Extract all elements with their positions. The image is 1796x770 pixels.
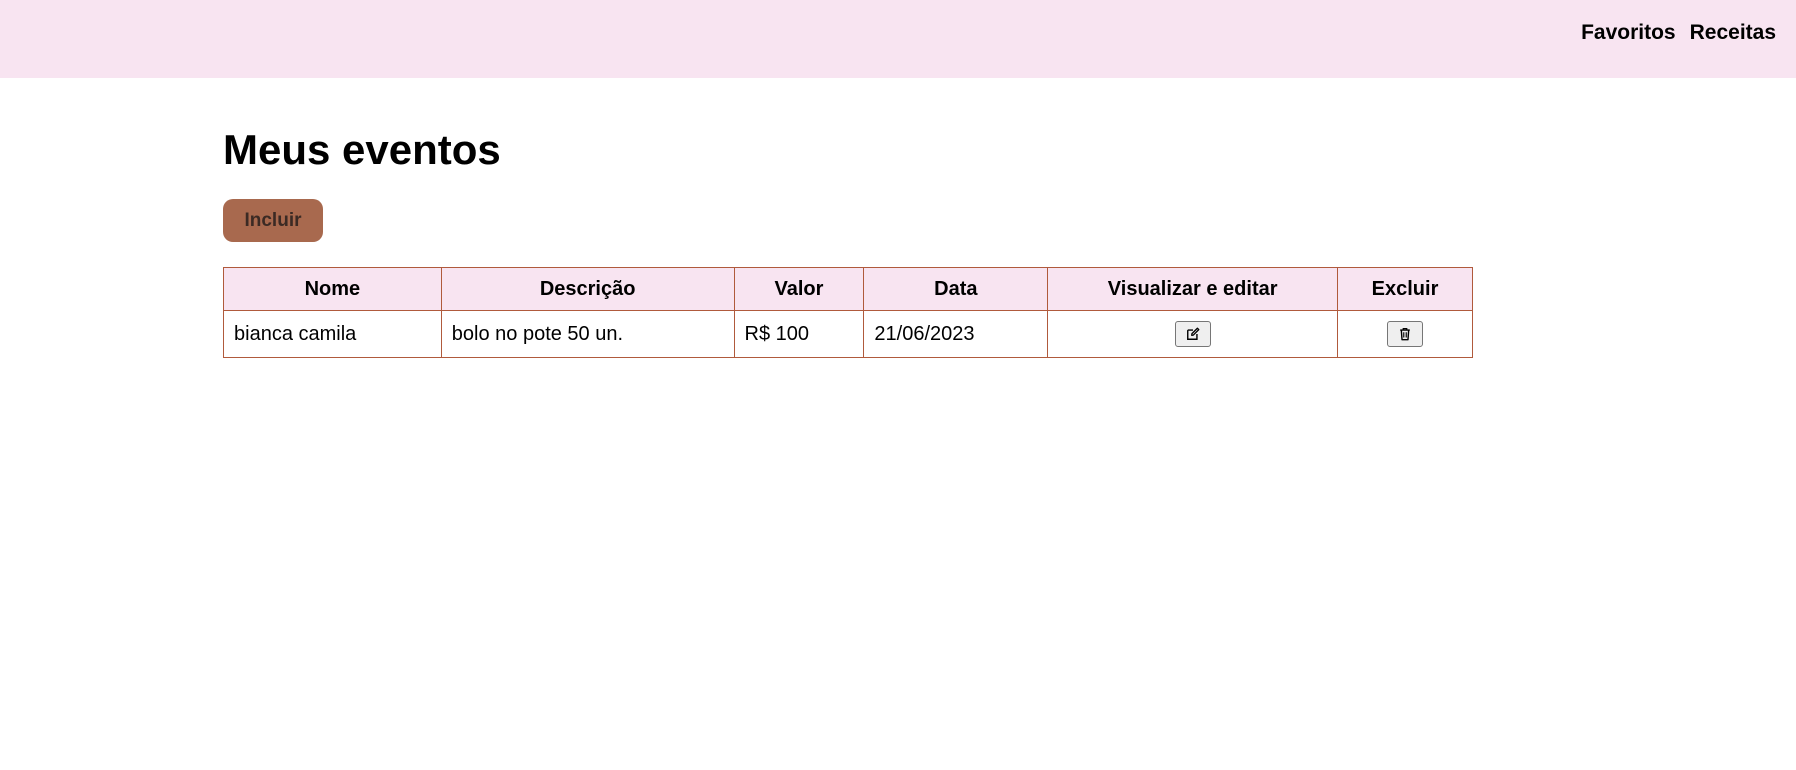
nav-link-favoritos[interactable]: Favoritos (1581, 21, 1676, 45)
cell-date: 21/06/2023 (863, 310, 1049, 358)
nav-link-receitas[interactable]: Receitas (1690, 21, 1776, 45)
delete-button[interactable] (1387, 321, 1423, 347)
table-row: bianca camila bolo no pote 50 un. R$ 100… (223, 310, 1473, 358)
column-header-visualizar-editar: Visualizar e editar (1047, 267, 1339, 311)
edit-button[interactable] (1174, 321, 1211, 347)
top-navbar: Favoritos Receitas (0, 0, 1796, 78)
cell-value: R$ 100 (733, 310, 865, 358)
events-table: Nome Descrição Valor Data Visualizar e e… (223, 267, 1473, 358)
nav-links: Favoritos Receitas (1581, 21, 1776, 45)
cell-delete (1337, 310, 1473, 358)
table-header-row: Nome Descrição Valor Data Visualizar e e… (223, 267, 1473, 311)
column-header-valor: Valor (733, 267, 865, 311)
column-header-excluir: Excluir (1337, 267, 1473, 311)
cell-edit (1047, 310, 1339, 358)
cell-description: bolo no pote 50 un. (440, 310, 735, 358)
cell-name: bianca camila (223, 310, 442, 358)
page-title: Meus eventos (223, 126, 501, 173)
column-header-data: Data (863, 267, 1049, 311)
add-event-button[interactable]: Incluir (223, 199, 323, 242)
edit-icon (1186, 327, 1200, 340)
column-header-nome: Nome (223, 267, 442, 311)
column-header-descricao: Descrição (440, 267, 735, 311)
trash-icon (1400, 327, 1410, 341)
